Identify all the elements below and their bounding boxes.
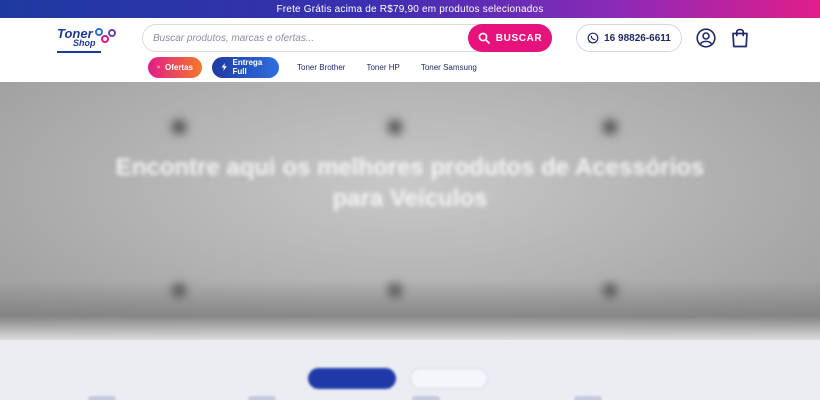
logo-circle-pink xyxy=(101,35,109,43)
site-logo[interactable]: Toner Shop xyxy=(55,26,121,56)
promo-bar: Frete Grátis acima de R$79,90 em produto… xyxy=(0,0,820,18)
hero-floor-shade xyxy=(0,280,820,340)
shopping-bag-icon[interactable] xyxy=(731,27,749,48)
wall-hole xyxy=(603,120,617,134)
logo-underline xyxy=(57,51,101,53)
search-button[interactable]: BUSCAR xyxy=(468,24,552,52)
logo-word-shop: Shop xyxy=(73,38,96,48)
nav-pill-entrega-full-label: Entrega Full xyxy=(232,58,263,76)
hero-banner: Encontre aqui os melhores produtos de Ac… xyxy=(0,82,820,340)
lightning-icon xyxy=(221,62,227,72)
offer-badge-icon xyxy=(157,65,160,69)
hero-title: Encontre aqui os melhores produtos de Ac… xyxy=(115,154,705,212)
nav-link-toner-brother[interactable]: Toner Brother xyxy=(297,63,345,72)
nav-pill-ofertas-label: Ofertas xyxy=(164,62,193,72)
product-card-top xyxy=(412,396,440,400)
phone-number: 16 98826-6611 xyxy=(604,32,671,44)
nav-link-toner-samsung[interactable]: Toner Samsung xyxy=(421,63,477,72)
nav-link-toner-hp[interactable]: Toner HP xyxy=(366,63,399,72)
nav-pill-entrega-full[interactable]: Entrega Full xyxy=(212,56,279,78)
main-nav: Ofertas Entrega Full Toner Brother Toner… xyxy=(148,56,490,78)
product-card-top xyxy=(574,396,602,400)
logo-circle-purple xyxy=(108,29,116,37)
wall-hole xyxy=(172,120,186,134)
search-bar: BUSCAR xyxy=(142,24,552,52)
tab-active[interactable] xyxy=(308,368,396,389)
whatsapp-icon xyxy=(587,32,599,44)
search-input[interactable] xyxy=(153,25,463,51)
site-header: Toner Shop BUSCAR 16 98826-6611 xyxy=(0,18,820,82)
whatsapp-contact-button[interactable]: 16 98826-6611 xyxy=(576,24,682,52)
search-icon xyxy=(478,32,490,44)
wall-hole xyxy=(388,120,402,134)
category-section xyxy=(0,340,820,400)
tab-inactive[interactable] xyxy=(410,368,488,389)
search-button-label: BUSCAR xyxy=(495,32,543,44)
user-icon[interactable] xyxy=(696,28,716,48)
product-card-top xyxy=(88,396,116,400)
product-card-top xyxy=(248,396,276,400)
nav-pill-ofertas[interactable]: Ofertas xyxy=(148,56,202,78)
promo-text: Frete Grátis acima de R$79,90 em produto… xyxy=(276,3,544,15)
